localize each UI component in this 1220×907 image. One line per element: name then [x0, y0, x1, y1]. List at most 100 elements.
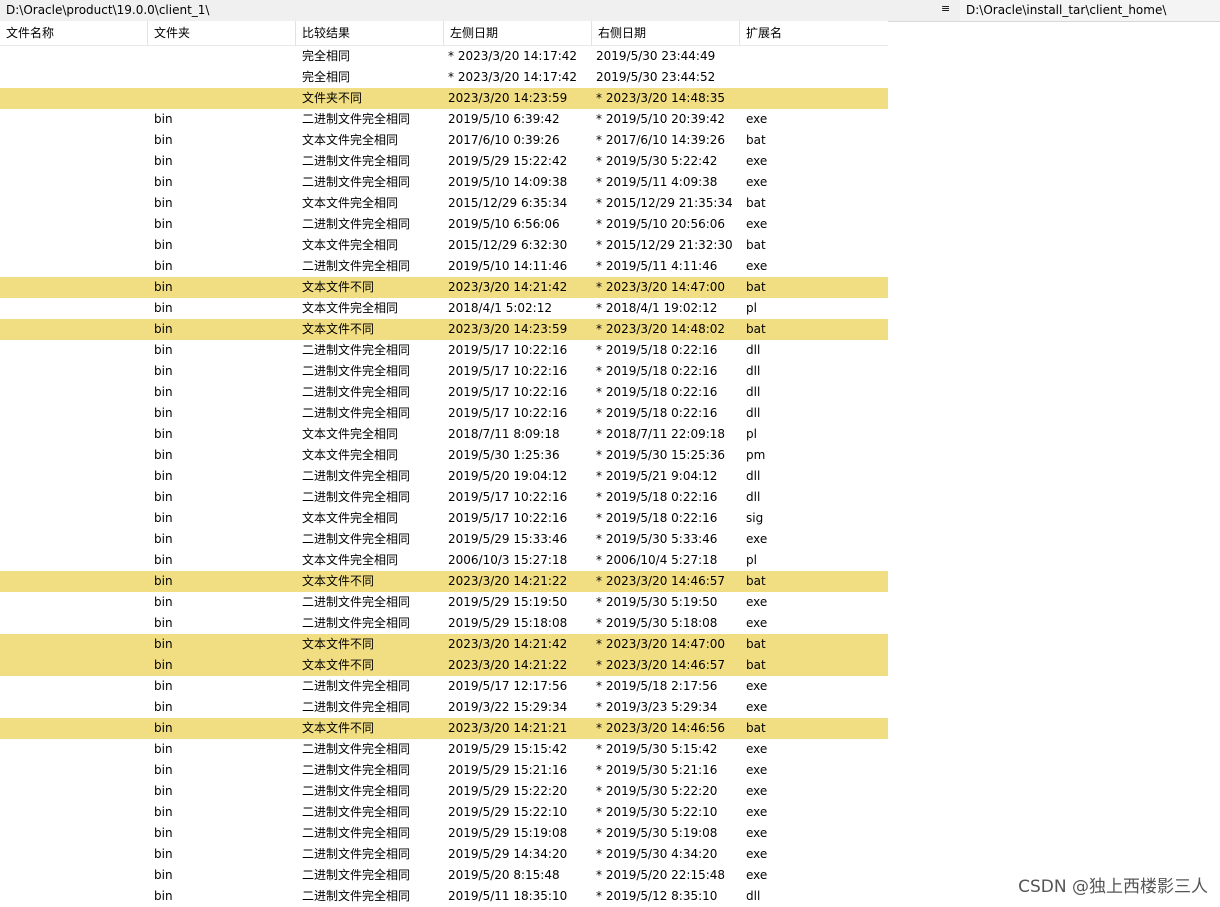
file-row[interactable]: expdp.exebin二进制文件完全相同2019/5/29 15:21:16*… [0, 760, 888, 781]
folder-cell: bin [154, 553, 173, 567]
left-path[interactable]: D:\Oracle\product\19.0.0\client_1\ [6, 3, 209, 17]
extension-cell: bat [746, 238, 766, 252]
left-date-cell: 2023/3/20 14:23:59 [448, 91, 568, 105]
right-date-cell: * 2019/5/30 5:22:10 [596, 805, 718, 819]
left-date-cell: 2023/3/20 14:21:21 [448, 721, 568, 735]
file-row[interactable]: CommonSetu...bin文本文件完全相同2019/5/30 1:25:3… [0, 445, 888, 466]
extension-cell: exe [746, 154, 768, 168]
file-row[interactable]: ccme_asym.dllbin二进制文件完全相同2019/5/17 10:22… [0, 340, 888, 361]
result-cell: 二进制文件完全相同 [302, 742, 411, 756]
folder-cell: bin [154, 532, 173, 546]
column-result[interactable]: 比较结果 [296, 21, 444, 45]
folder-cell: bin [154, 343, 173, 357]
extension-cell: bat [746, 637, 766, 651]
file-row[interactable]: dgmgrl.exebin二进制文件完全相同2019/5/29 15:18:08… [0, 613, 888, 634]
file-row[interactable]: afdtool.exebin二进制文件完全相同2019/5/10 14:11:4… [0, 256, 888, 277]
file-row[interactable]: extjobo.exebin二进制文件完全相同2019/5/29 15:22:1… [0, 802, 888, 823]
file-row[interactable]: adrci.exebin二进制文件完全相同2019/5/29 15:22:42*… [0, 151, 888, 172]
right-date-cell: 2019/5/30 23:44:52 [596, 70, 716, 84]
result-cell: 文本文件不同 [302, 280, 375, 294]
file-row[interactable]: elements.exebin二进制文件完全相同2019/3/22 15:29:… [0, 697, 888, 718]
extension-cell: exe [746, 763, 768, 777]
folder-cell: bin [154, 133, 173, 147]
file-row[interactable]: heteroxa19.dllbin二进制文件完全相同2019/5/11 18:3… [0, 886, 888, 907]
file-row[interactable]: clientSetup.plbin文本文件完全相同2018/7/11 8:09:… [0, 424, 888, 445]
file-row[interactable]: corejava.dllbin二进制文件完全相同2019/5/20 19:04:… [0, 466, 888, 487]
file-row[interactable]: cryptocme.dllbin二进制文件完全相同2019/5/17 10:22… [0, 487, 888, 508]
file-row[interactable]: exp.exebin二进制文件完全相同2019/5/29 15:15:42* 2… [0, 739, 888, 760]
extension-cell: bat [746, 133, 766, 147]
file-row[interactable]: ccme_ecc.dllbin二进制文件完全相同2019/5/17 10:22:… [0, 382, 888, 403]
extension-cell: dll [746, 364, 761, 378]
column-extension[interactable]: 扩展名 [740, 21, 888, 45]
right-date-cell: * 2015/12/29 21:35:34 [596, 196, 733, 210]
file-row[interactable]: deploync.batbin文本文件不同2023/3/20 14:21:22*… [0, 571, 888, 592]
folder-cell: bin [154, 679, 173, 693]
right-date-cell: * 2019/5/18 0:22:16 [596, 511, 718, 525]
extension-cell: bat [746, 196, 766, 210]
column-right-date[interactable]: 右侧日期 [592, 21, 740, 45]
right-date-cell: * 2019/5/10 20:56:06 [596, 217, 726, 231]
column-name[interactable]: 文件名称 [0, 21, 148, 45]
right-path[interactable]: D:\Oracle\install_tar\client_home\ [960, 0, 1220, 21]
result-cell: 文本文件完全相同 [302, 511, 399, 525]
file-row[interactable]: extproc.exebin二进制文件完全相同2019/5/29 15:19:0… [0, 823, 888, 844]
column-left-date[interactable]: 左侧日期 [444, 21, 592, 45]
extension-cell: dll [746, 490, 761, 504]
path-bar: D:\Oracle\product\19.0.0\client_1\ ≡ D:\… [0, 0, 1220, 22]
file-row[interactable]: dbfs_client.exebin二进制文件完全相同2019/5/29 15:… [0, 529, 888, 550]
result-cell: 文本文件不同 [302, 322, 375, 336]
file-row[interactable]: afdroot.batbin文本文件完全相同2015/12/29 6:32:30… [0, 235, 888, 256]
extension-cell: exe [746, 595, 768, 609]
left-date-cell: 2019/5/29 15:18:08 [448, 616, 568, 630]
extension-cell: pl [746, 553, 757, 567]
left-date-cell: 2018/7/11 8:09:18 [448, 427, 560, 441]
file-row[interactable]: eusm.batbin文本文件不同2023/3/20 14:21:21* 202… [0, 718, 888, 739]
right-date-cell: * 2015/12/29 21:32:30 [596, 238, 733, 252]
left-date-cell: 2019/5/29 15:21:16 [448, 763, 568, 777]
file-row[interactable]: afdboot.exebin二进制文件完全相同2019/5/10 14:09:3… [0, 172, 888, 193]
result-cell: 文本文件完全相同 [302, 427, 399, 441]
extension-cell: exe [746, 805, 768, 819]
file-row[interactable]: ccme_base.dllbin二进制文件完全相同2019/5/17 10:22… [0, 361, 888, 382]
file-row[interactable]: dg4pwd.exebin二进制文件完全相同2019/5/29 15:19:50… [0, 592, 888, 613]
file-row[interactable]: ⌄bin文件夹不同2023/3/20 14:23:59* 2023/3/20 1… [0, 88, 888, 109]
file-row[interactable]: ›ASP.NET完全相同* 2023/3/20 14:17:422019/5/3… [0, 46, 888, 67]
file-row[interactable]: aqxmlctl.batbin文本文件不同2023/3/20 14:21:42*… [0, 277, 888, 298]
menu-icon[interactable]: ≡ [941, 2, 950, 15]
file-row[interactable]: afddriverstat...bin文本文件完全相同2015/12/29 6:… [0, 193, 888, 214]
folder-cell: bin [154, 259, 173, 273]
file-row[interactable]: dsml2ldif.exebin二进制文件完全相同2019/5/17 12:17… [0, 676, 888, 697]
file-row[interactable]: getcrshome.e...bin二进制文件完全相同2019/5/20 8:1… [0, 865, 888, 886]
right-date-cell: * 2018/7/11 22:09:18 [596, 427, 726, 441]
file-row[interactable]: ccme_ecc_acc...bin二进制文件完全相同2019/5/17 10:… [0, 403, 888, 424]
result-cell: 二进制文件完全相同 [302, 532, 411, 546]
file-row[interactable]: afdinstall.exebin二进制文件完全相同2019/5/10 6:56… [0, 214, 888, 235]
file-row[interactable]: awm.batbin文本文件不同2023/3/20 14:23:59* 2023… [0, 319, 888, 340]
file-row[interactable]: diagsetup.batbin文本文件不同2023/3/20 14:21:42… [0, 634, 888, 655]
right-date-cell: * 2019/5/18 0:22:16 [596, 406, 718, 420]
file-row[interactable]: dbgeu_run_ac...bin文本文件完全相同2006/10/3 15:2… [0, 550, 888, 571]
file-row[interactable]: acfsroot.batbin文本文件完全相同2017/6/10 0:39:26… [0, 130, 888, 151]
extension-cell: sig [746, 511, 764, 525]
file-row[interactable]: aqxmlctl.plbin文本文件完全相同2018/4/1 5:02:12* … [0, 298, 888, 319]
folder-cell: bin [154, 217, 173, 231]
right-date-cell: * 2019/5/10 20:39:42 [596, 112, 726, 126]
left-date-cell: 2019/5/20 19:04:12 [448, 469, 568, 483]
file-row[interactable]: dropjava.batbin文本文件不同2023/3/20 14:21:22*… [0, 655, 888, 676]
right-date-cell: * 2019/5/18 2:17:56 [596, 679, 718, 693]
left-date-cell: 2019/5/17 12:17:56 [448, 679, 568, 693]
file-row[interactable]: ›assistants完全相同* 2023/3/20 14:17:422019/… [0, 67, 888, 88]
result-cell: 二进制文件完全相同 [302, 763, 411, 777]
file-row[interactable]: genezi.exebin二进制文件完全相同2019/5/29 14:34:20… [0, 844, 888, 865]
file-row[interactable]: acfsinstall.exebin二进制文件完全相同2019/5/10 6:3… [0, 109, 888, 130]
result-cell: 二进制文件完全相同 [302, 595, 411, 609]
left-date-cell: 2019/5/10 14:11:46 [448, 259, 568, 273]
file-row[interactable]: extjob.exebin二进制文件完全相同2019/5/29 15:22:20… [0, 781, 888, 802]
extension-cell: bat [746, 322, 766, 336]
file-row[interactable]: cryptocme.sigbin文本文件完全相同2019/5/17 10:22:… [0, 508, 888, 529]
column-folder[interactable]: 文件夹 [148, 21, 296, 45]
left-date-cell: 2023/3/20 14:21:42 [448, 280, 568, 294]
extension-cell: exe [746, 847, 768, 861]
result-cell: 二进制文件完全相同 [302, 784, 411, 798]
